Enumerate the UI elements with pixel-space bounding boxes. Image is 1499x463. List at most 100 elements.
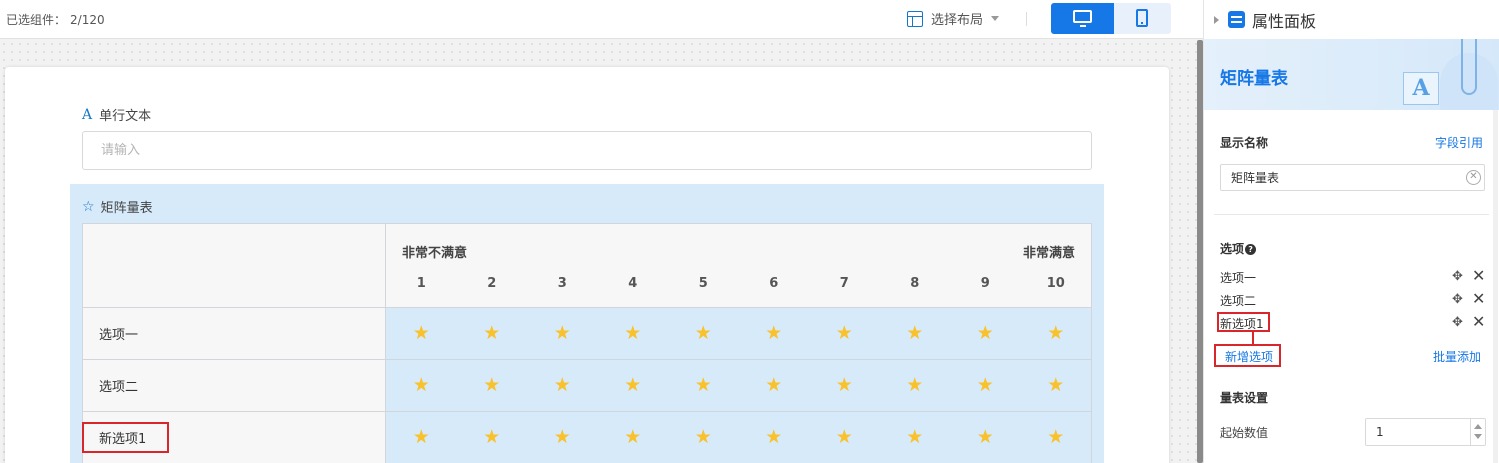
star-icon[interactable]: ★ (880, 376, 951, 395)
options-label-text: 选项 (1220, 242, 1245, 256)
scale-number: 4 (628, 276, 638, 291)
scale-number: 10 (1046, 276, 1065, 291)
panel-icon (1228, 11, 1245, 28)
stepper-down-icon[interactable] (1474, 434, 1482, 439)
star-icon[interactable]: ★ (809, 376, 880, 395)
component-banner-title: 矩阵量表 (1220, 69, 1288, 89)
pen-nib-icon (1461, 39, 1477, 95)
star-icon[interactable]: ★ (739, 324, 810, 343)
matrix-scale-table: 非常不满意 非常满意 1 2 3 4 5 6 7 8 9 10 选项一 ★ ★ ★ ★… (82, 223, 1092, 463)
field-reference-link[interactable]: 字段引用 (1435, 134, 1483, 151)
text-field-label[interactable]: A 单行文本 (82, 105, 152, 125)
scale-low-label: 非常不满意 (402, 246, 468, 261)
matrix-row-label: 选项二 (82, 359, 386, 412)
start-value-label: 起始数值 (1220, 426, 1269, 440)
option-item: 选项二 ✥ ✕ (1220, 289, 1486, 312)
star-icon[interactable]: ★ (950, 376, 1021, 395)
drag-move-icon[interactable]: ✥ (1452, 292, 1463, 307)
highlight-box-new-option (1217, 312, 1270, 332)
star-icon[interactable]: ★ (527, 428, 598, 447)
panel-divider (1214, 214, 1489, 215)
star-icon[interactable]: ★ (809, 324, 880, 343)
matrix-scale-label[interactable]: ☆ 矩阵量表 (82, 197, 153, 217)
text-field-label-text: 单行文本 (99, 109, 152, 124)
stepper-up-icon[interactable] (1474, 424, 1482, 429)
matrix-row-label: 选项一 (82, 307, 386, 360)
scale-settings-label: 量表设置 (1220, 391, 1269, 405)
scale-number: 3 (557, 276, 567, 291)
property-panel-title: 属性面板 (1252, 11, 1317, 31)
star-icon[interactable]: ★ (950, 428, 1021, 447)
star-icon[interactable]: ★ (1021, 428, 1092, 447)
star-icon[interactable]: ★ (668, 428, 739, 447)
chevron-down-icon (991, 16, 1000, 21)
star-icon[interactable]: ★ (1021, 324, 1092, 343)
star-icon[interactable]: ★ (809, 428, 880, 447)
scale-number: 1 (416, 276, 426, 291)
text-a-illustration-icon: A (1403, 72, 1439, 105)
scale-number: 8 (910, 276, 920, 291)
scale-number: 7 (839, 276, 849, 291)
star-icon[interactable]: ★ (668, 324, 739, 343)
desktop-icon (1073, 10, 1092, 27)
layout-select-label: 选择布局 (931, 13, 984, 28)
star-icon[interactable]: ★ (880, 324, 951, 343)
star-icon[interactable]: ★ (1021, 376, 1092, 395)
help-icon[interactable]: ? (1245, 244, 1257, 255)
star-icon[interactable]: ★ (668, 376, 739, 395)
matrix-row: 选项一 ★ ★ ★ ★ ★ ★ ★ ★ ★ ★ (82, 307, 1092, 360)
matrix-scale-header: 非常不满意 非常满意 1 2 3 4 5 6 7 8 9 10 (385, 223, 1092, 308)
highlight-box-new-row (82, 422, 169, 453)
selected-components-value: 2/120 (70, 13, 105, 27)
property-panel-header[interactable]: 属性面板 (1204, 0, 1499, 39)
clear-icon[interactable]: ✕ (1466, 170, 1481, 185)
star-outline-icon: ☆ (82, 198, 95, 215)
star-icon[interactable]: ★ (386, 376, 457, 395)
star-icon[interactable]: ★ (598, 324, 669, 343)
star-icon[interactable]: ★ (457, 376, 528, 395)
star-icon[interactable]: ★ (386, 324, 457, 343)
options-label: 选项? (1220, 240, 1257, 257)
selected-components-label: 已选组件： (6, 13, 67, 27)
option-item-label[interactable]: 选项二 (1220, 294, 1256, 308)
start-value-input[interactable] (1365, 418, 1486, 446)
star-icon[interactable]: ★ (457, 428, 528, 447)
star-icon[interactable]: ★ (950, 324, 1021, 343)
text-field-input[interactable] (82, 131, 1092, 170)
option-item-label[interactable]: 选项一 (1220, 271, 1256, 285)
display-name-input[interactable] (1220, 164, 1485, 191)
drag-move-icon[interactable]: ✥ (1452, 269, 1463, 284)
close-icon[interactable]: ✕ (1472, 289, 1485, 308)
collapse-triangle-icon[interactable] (1214, 15, 1219, 24)
scale-number: 5 (698, 276, 708, 291)
star-icon[interactable]: ★ (880, 428, 951, 447)
close-icon[interactable]: ✕ (1472, 312, 1485, 331)
matrix-scale-label-text: 矩阵量表 (100, 201, 153, 216)
panel-scrollbar[interactable] (1493, 110, 1498, 463)
highlight-connector (1252, 331, 1254, 345)
toolbar-divider (1026, 12, 1027, 26)
desktop-view-button[interactable] (1051, 3, 1114, 34)
scale-number: 2 (487, 276, 497, 291)
star-icon[interactable]: ★ (739, 376, 810, 395)
star-icon[interactable]: ★ (739, 428, 810, 447)
star-icon[interactable]: ★ (527, 376, 598, 395)
star-icon[interactable]: ★ (598, 428, 669, 447)
mobile-view-button[interactable] (1114, 3, 1171, 34)
drag-move-icon[interactable]: ✥ (1452, 315, 1463, 330)
close-icon[interactable]: ✕ (1472, 266, 1485, 285)
star-icon[interactable]: ★ (598, 376, 669, 395)
highlight-box-add-option (1214, 344, 1281, 367)
property-panel: 属性面板 矩阵量表 A 显示名称 字段引用 ✕ 选项? 选项一 ✥ ✕ 选项二 … (1203, 0, 1499, 463)
batch-add-link[interactable]: 批量添加 (1433, 348, 1481, 365)
scale-numbers: 1 2 3 4 5 6 7 8 9 10 (386, 276, 1091, 291)
layout-select-dropdown[interactable]: 选择布局 (907, 9, 1000, 28)
number-stepper[interactable] (1470, 419, 1485, 445)
star-icon[interactable]: ★ (527, 324, 598, 343)
star-icon[interactable]: ★ (386, 428, 457, 447)
matrix-row: 选项二 ★ ★ ★ ★ ★ ★ ★ ★ ★ ★ (82, 359, 1092, 412)
display-name-label: 显示名称 (1220, 136, 1269, 150)
option-item: 选项一 ✥ ✕ (1220, 266, 1486, 289)
star-icon[interactable]: ★ (457, 324, 528, 343)
component-banner: 矩阵量表 A (1204, 39, 1499, 110)
